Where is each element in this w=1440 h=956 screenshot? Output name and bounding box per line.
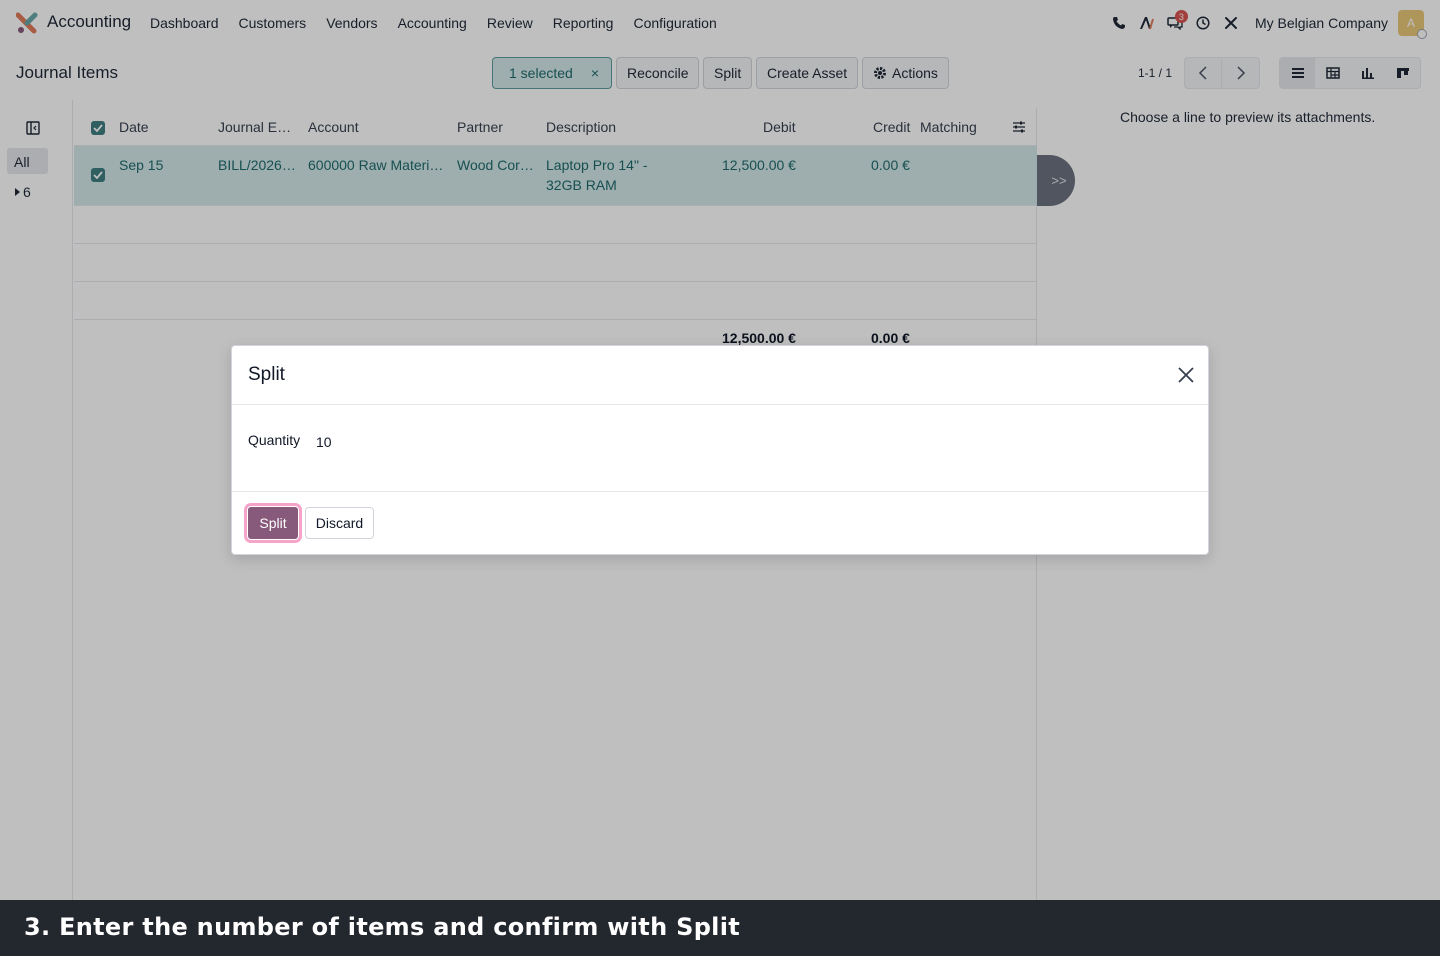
split-confirm-button[interactable]: Split (247, 506, 299, 540)
dialog-body: Quantity (232, 406, 1208, 492)
quantity-input[interactable] (316, 431, 436, 453)
quantity-label: Quantity (248, 432, 301, 448)
tutorial-caption: 3. Enter the number of items and confirm… (0, 900, 1440, 956)
dialog-header: Split (232, 346, 1208, 405)
discard-button[interactable]: Discard (305, 507, 374, 539)
close-icon[interactable] (1177, 366, 1195, 384)
dialog-title: Split (248, 364, 285, 385)
dialog-footer: Split Discard (232, 492, 1208, 554)
split-dialog: Split Quantity Split Discard (231, 345, 1209, 555)
